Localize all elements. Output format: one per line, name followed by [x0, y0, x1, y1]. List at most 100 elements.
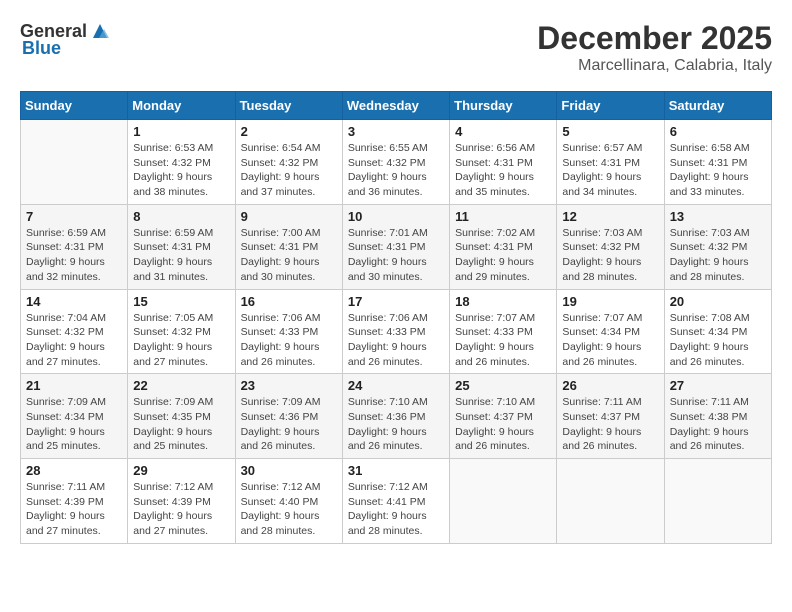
- day-number: 15: [133, 294, 229, 309]
- day-number: 17: [348, 294, 444, 309]
- day-number: 10: [348, 209, 444, 224]
- day-number: 30: [241, 463, 337, 478]
- day-info: Sunrise: 7:00 AM Sunset: 4:31 PM Dayligh…: [241, 226, 337, 285]
- day-number: 9: [241, 209, 337, 224]
- day-info: Sunrise: 7:06 AM Sunset: 4:33 PM Dayligh…: [241, 311, 337, 370]
- day-info: Sunrise: 7:04 AM Sunset: 4:32 PM Dayligh…: [26, 311, 122, 370]
- weekday-header-row: SundayMondayTuesdayWednesdayThursdayFrid…: [21, 92, 772, 120]
- day-number: 14: [26, 294, 122, 309]
- day-number: 20: [670, 294, 766, 309]
- day-info: Sunrise: 7:03 AM Sunset: 4:32 PM Dayligh…: [670, 226, 766, 285]
- calendar-cell: 26Sunrise: 7:11 AM Sunset: 4:37 PM Dayli…: [557, 374, 664, 459]
- calendar-week-row: 14 Sunrise: 7:04 AM Sunset: 4:32 PM Dayli…: [21, 289, 772, 374]
- logo-blue: Blue: [22, 38, 61, 59]
- day-number: 19: [562, 294, 658, 309]
- calendar-week-row: 1 Sunrise: 6:53 AM Sunset: 4:32 PM Daylig…: [21, 120, 772, 205]
- calendar-cell: 15 Sunrise: 7:05 AM Sunset: 4:32 PM Dayli…: [128, 289, 235, 374]
- calendar-cell: 23 Sunrise: 7:09 AM Sunset: 4:36 PM Dayli…: [235, 374, 342, 459]
- calendar-cell: 24 Sunrise: 7:10 AM Sunset: 4:36 PM Dayli…: [342, 374, 449, 459]
- calendar-cell: 20 Sunrise: 7:08 AM Sunset: 4:34 PM Dayli…: [664, 289, 771, 374]
- weekday-header-saturday: Saturday: [664, 92, 771, 120]
- day-info: Sunrise: 7:12 AM Sunset: 4:39 PM Dayligh…: [133, 480, 229, 539]
- day-info: Sunrise: 6:53 AM Sunset: 4:32 PM Dayligh…: [133, 141, 229, 200]
- day-number: 8: [133, 209, 229, 224]
- day-info: Sunrise: 7:11 AM Sunset: 4:39 PM Dayligh…: [26, 480, 122, 539]
- logo-icon: [89, 20, 111, 42]
- weekday-header-wednesday: Wednesday: [342, 92, 449, 120]
- logo: General Blue: [20, 20, 111, 59]
- calendar-cell: 11 Sunrise: 7:02 AM Sunset: 4:31 PM Dayli…: [450, 204, 557, 289]
- calendar-cell: 19 Sunrise: 7:07 AM Sunset: 4:34 PM Dayli…: [557, 289, 664, 374]
- day-number: 7: [26, 209, 122, 224]
- calendar-cell: 10Sunrise: 7:01 AM Sunset: 4:31 PM Dayli…: [342, 204, 449, 289]
- day-info: Sunrise: 6:59 AM Sunset: 4:31 PM Dayligh…: [26, 226, 122, 285]
- day-info: Sunrise: 7:10 AM Sunset: 4:37 PM Dayligh…: [455, 395, 551, 454]
- calendar-cell: [557, 459, 664, 544]
- day-number: 28: [26, 463, 122, 478]
- day-info: Sunrise: 7:10 AM Sunset: 4:36 PM Dayligh…: [348, 395, 444, 454]
- day-number: 23: [241, 378, 337, 393]
- day-info: Sunrise: 7:09 AM Sunset: 4:36 PM Dayligh…: [241, 395, 337, 454]
- calendar-cell: [664, 459, 771, 544]
- calendar-cell: 7 Sunrise: 6:59 AM Sunset: 4:31 PM Daylig…: [21, 204, 128, 289]
- weekday-header-sunday: Sunday: [21, 92, 128, 120]
- calendar-cell: 28 Sunrise: 7:11 AM Sunset: 4:39 PM Dayli…: [21, 459, 128, 544]
- month-title: December 2025: [537, 20, 772, 57]
- day-info: Sunrise: 6:54 AM Sunset: 4:32 PM Dayligh…: [241, 141, 337, 200]
- calendar-cell: 6 Sunrise: 6:58 AM Sunset: 4:31 PM Daylig…: [664, 120, 771, 205]
- weekday-header-thursday: Thursday: [450, 92, 557, 120]
- day-info: Sunrise: 7:02 AM Sunset: 4:31 PM Dayligh…: [455, 226, 551, 285]
- day-info: Sunrise: 7:09 AM Sunset: 4:34 PM Dayligh…: [26, 395, 122, 454]
- calendar-week-row: 28 Sunrise: 7:11 AM Sunset: 4:39 PM Dayli…: [21, 459, 772, 544]
- day-info: Sunrise: 7:07 AM Sunset: 4:34 PM Dayligh…: [562, 311, 658, 370]
- day-info: Sunrise: 7:07 AM Sunset: 4:33 PM Dayligh…: [455, 311, 551, 370]
- day-info: Sunrise: 6:58 AM Sunset: 4:31 PM Dayligh…: [670, 141, 766, 200]
- calendar-cell: 14 Sunrise: 7:04 AM Sunset: 4:32 PM Dayli…: [21, 289, 128, 374]
- calendar-cell: 16Sunrise: 7:06 AM Sunset: 4:33 PM Dayli…: [235, 289, 342, 374]
- day-number: 21: [26, 378, 122, 393]
- calendar-cell: 2 Sunrise: 6:54 AM Sunset: 4:32 PM Daylig…: [235, 120, 342, 205]
- day-info: Sunrise: 7:09 AM Sunset: 4:35 PM Dayligh…: [133, 395, 229, 454]
- day-info: Sunrise: 7:12 AM Sunset: 4:41 PM Dayligh…: [348, 480, 444, 539]
- day-info: Sunrise: 6:55 AM Sunset: 4:32 PM Dayligh…: [348, 141, 444, 200]
- day-info: Sunrise: 7:11 AM Sunset: 4:38 PM Dayligh…: [670, 395, 766, 454]
- day-info: Sunrise: 7:06 AM Sunset: 4:33 PM Dayligh…: [348, 311, 444, 370]
- day-number: 3: [348, 124, 444, 139]
- calendar-cell: 9 Sunrise: 7:00 AM Sunset: 4:31 PM Daylig…: [235, 204, 342, 289]
- day-number: 2: [241, 124, 337, 139]
- calendar-cell: 25Sunrise: 7:10 AM Sunset: 4:37 PM Dayli…: [450, 374, 557, 459]
- day-info: Sunrise: 7:05 AM Sunset: 4:32 PM Dayligh…: [133, 311, 229, 370]
- page-header: General Blue December 2025 Marcellinara,…: [20, 20, 772, 75]
- day-info: Sunrise: 7:08 AM Sunset: 4:34 PM Dayligh…: [670, 311, 766, 370]
- calendar-cell: 31 Sunrise: 7:12 AM Sunset: 4:41 PM Dayli…: [342, 459, 449, 544]
- calendar-cell: 12 Sunrise: 7:03 AM Sunset: 4:32 PM Dayli…: [557, 204, 664, 289]
- day-number: 24: [348, 378, 444, 393]
- calendar-cell: 5 Sunrise: 6:57 AM Sunset: 4:31 PM Daylig…: [557, 120, 664, 205]
- day-info: Sunrise: 6:57 AM Sunset: 4:31 PM Dayligh…: [562, 141, 658, 200]
- day-info: Sunrise: 7:03 AM Sunset: 4:32 PM Dayligh…: [562, 226, 658, 285]
- calendar-cell: 29Sunrise: 7:12 AM Sunset: 4:39 PM Dayli…: [128, 459, 235, 544]
- day-info: Sunrise: 6:59 AM Sunset: 4:31 PM Dayligh…: [133, 226, 229, 285]
- title-block: December 2025 Marcellinara, Calabria, It…: [537, 20, 772, 75]
- calendar-week-row: 21 Sunrise: 7:09 AM Sunset: 4:34 PM Dayli…: [21, 374, 772, 459]
- calendar-cell: 22 Sunrise: 7:09 AM Sunset: 4:35 PM Dayli…: [128, 374, 235, 459]
- day-number: 13: [670, 209, 766, 224]
- weekday-header-monday: Monday: [128, 92, 235, 120]
- day-number: 5: [562, 124, 658, 139]
- day-number: 1: [133, 124, 229, 139]
- calendar-cell: 4Sunrise: 6:56 AM Sunset: 4:31 PM Daylig…: [450, 120, 557, 205]
- calendar-cell: [21, 120, 128, 205]
- day-number: 31: [348, 463, 444, 478]
- day-number: 11: [455, 209, 551, 224]
- calendar-cell: [450, 459, 557, 544]
- weekday-header-friday: Friday: [557, 92, 664, 120]
- day-number: 12: [562, 209, 658, 224]
- calendar-cell: 3 Sunrise: 6:55 AM Sunset: 4:32 PM Daylig…: [342, 120, 449, 205]
- day-number: 22: [133, 378, 229, 393]
- calendar-cell: 21 Sunrise: 7:09 AM Sunset: 4:34 PM Dayli…: [21, 374, 128, 459]
- day-number: 26: [562, 378, 658, 393]
- day-number: 6: [670, 124, 766, 139]
- calendar-cell: 18Sunrise: 7:07 AM Sunset: 4:33 PM Dayli…: [450, 289, 557, 374]
- calendar-cell: 13 Sunrise: 7:03 AM Sunset: 4:32 PM Dayli…: [664, 204, 771, 289]
- day-info: Sunrise: 7:12 AM Sunset: 4:40 PM Dayligh…: [241, 480, 337, 539]
